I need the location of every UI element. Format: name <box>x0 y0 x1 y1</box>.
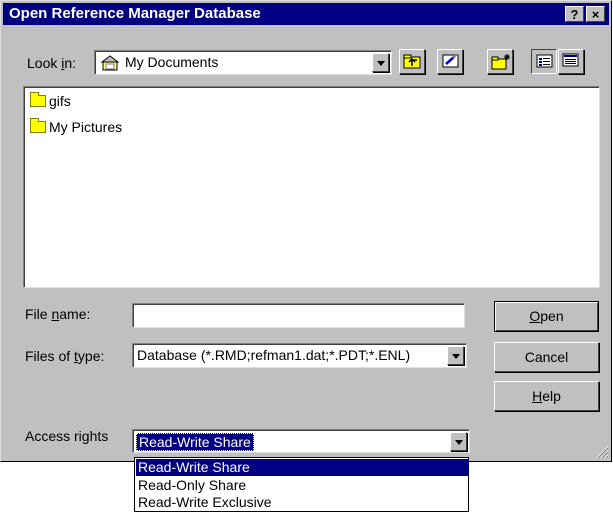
cancel-button[interactable]: Cancel <box>494 342 599 372</box>
open-database-dialog: Open Reference Manager Database ? × Look… <box>0 0 612 462</box>
files-of-type-value: Database (*.RMD;refman1.dat;*.PDT;*.ENL) <box>137 347 411 363</box>
details-view-button[interactable] <box>558 49 584 74</box>
new-folder-button[interactable] <box>487 49 513 74</box>
details-view-icon <box>562 53 580 71</box>
access-rights-value: Read-Write Share <box>136 433 254 451</box>
access-rights-combo[interactable]: Read-Write Share <box>132 429 470 453</box>
files-of-type-combo[interactable]: Database (*.RMD;refman1.dat;*.PDT;*.ENL) <box>132 343 467 368</box>
desktop-button[interactable] <box>437 49 463 74</box>
help-title-button[interactable]: ? <box>565 6 584 22</box>
file-item-label: My Pictures <box>49 119 123 135</box>
my-documents-icon <box>100 54 120 71</box>
close-title-button[interactable]: × <box>586 6 605 22</box>
folder-icon <box>30 118 46 133</box>
list-item[interactable]: Read-Write Exclusive <box>136 494 469 511</box>
access-rights-dropdown-list[interactable]: Read-Write Share Read-Only Share Read-Wr… <box>134 457 469 512</box>
list-view-button[interactable] <box>531 49 557 74</box>
open-button-label: pen <box>540 308 564 324</box>
desktop-icon <box>441 53 461 73</box>
help-button-label: elp <box>542 388 561 404</box>
window-title: Open Reference Manager Database <box>9 5 261 22</box>
new-folder-icon <box>491 53 511 73</box>
access-rights-dropdown-arrow[interactable] <box>450 432 467 451</box>
file-name-input[interactable] <box>132 303 465 328</box>
list-view-icon <box>536 54 554 72</box>
file-name-label: File name: <box>25 306 91 322</box>
access-rights-label: Access rights <box>25 428 109 444</box>
file-list[interactable]: gifs My Pictures <box>23 86 600 288</box>
list-item[interactable]: My Pictures <box>30 118 123 137</box>
files-of-type-dropdown-arrow[interactable] <box>447 346 464 365</box>
list-item[interactable]: gifs <box>30 92 71 111</box>
look-in-label: Look in: <box>27 55 77 71</box>
help-button-mnemonic: H <box>532 388 543 404</box>
open-button[interactable]: Open <box>494 301 599 332</box>
open-button-mnemonic: O <box>529 308 541 324</box>
list-item[interactable]: Read-Only Share <box>136 477 469 494</box>
help-button[interactable]: Help <box>494 381 599 411</box>
title-bar[interactable]: Open Reference Manager Database ? × <box>3 3 609 25</box>
look-in-combo[interactable]: My Documents <box>94 50 392 75</box>
file-item-label: gifs <box>49 93 71 109</box>
files-of-type-label: Files of type: <box>25 348 105 364</box>
list-item[interactable]: Read-Write Share <box>136 459 469 476</box>
look-in-value: My Documents <box>125 54 219 70</box>
up-one-level-icon <box>403 53 423 73</box>
look-in-dropdown-arrow[interactable] <box>372 53 389 72</box>
resize-grip-icon[interactable] <box>595 445 609 459</box>
folder-icon <box>30 92 46 107</box>
up-one-level-button[interactable] <box>399 49 425 74</box>
